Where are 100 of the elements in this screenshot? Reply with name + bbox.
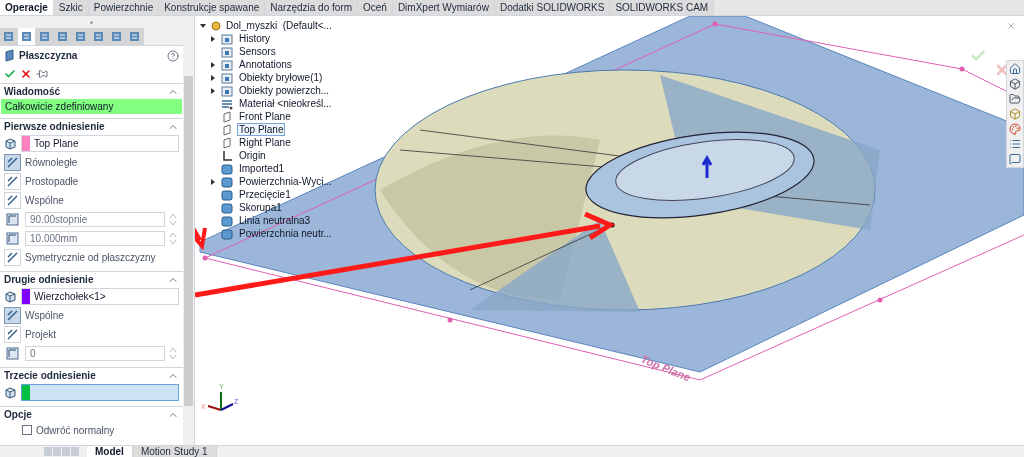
tree-item[interactable]: Materiał <nieokreśl... — [237, 97, 334, 110]
tree-item[interactable]: Powierzchnia neutr... — [237, 227, 334, 240]
chat-icon[interactable] — [1009, 153, 1021, 165]
ribbon-tab[interactable]: Oceń — [357, 0, 393, 15]
splitter-handle-icon[interactable] — [90, 20, 93, 24]
panel-title: Płaszczyzna — [19, 49, 78, 63]
folder-icon — [221, 86, 233, 96]
panel-tab[interactable] — [126, 28, 144, 45]
option-label: Równoległe — [25, 156, 78, 170]
close-icon[interactable] — [1006, 21, 1016, 31]
feature-icon — [221, 203, 233, 213]
home-icon[interactable] — [1009, 63, 1021, 75]
plane-icon — [4, 49, 15, 62]
feature-icon — [221, 229, 233, 239]
section-heading: Pierwsze odniesienie — [4, 120, 105, 134]
tree-item[interactable]: Sensors — [237, 45, 278, 58]
folder-icon — [221, 47, 233, 57]
panel-tab[interactable] — [108, 28, 126, 45]
tree-item[interactable]: Top Plane — [237, 123, 286, 136]
bottom-tab[interactable]: Motion Study 1 — [132, 446, 217, 457]
collapsed-arrow-icon[interactable] — [209, 86, 217, 95]
panel-tab-icon — [129, 31, 140, 42]
panel-tab[interactable] — [54, 28, 72, 45]
plane-icon — [223, 111, 231, 122]
model-drawing[interactable] — [199, 16, 1024, 381]
ribbon-tab[interactable]: Szkic — [53, 0, 89, 15]
tree-item[interactable]: Obiekty powierzch... — [237, 84, 332, 97]
tree-item[interactable]: Przecięcie1 — [237, 188, 293, 201]
dimension-icon — [6, 347, 19, 360]
option-toggle-button[interactable] — [4, 173, 21, 190]
option-toggle-button[interactable] — [4, 192, 21, 209]
panel-tab[interactable] — [36, 28, 54, 45]
panel-tab[interactable] — [0, 28, 18, 45]
panel-tab-icon — [75, 31, 86, 42]
folder-icon — [221, 34, 233, 44]
collapsed-arrow-icon[interactable] — [209, 73, 217, 82]
spinner-arrows-icon[interactable] — [169, 212, 177, 227]
panel-tab[interactable] — [72, 28, 90, 45]
ribbon-tab[interactable]: DimXpert Wymiarów — [392, 0, 495, 15]
selection-field[interactable] — [21, 384, 179, 401]
collapsed-arrow-icon[interactable] — [209, 34, 217, 43]
selection-field[interactable]: Wierzchołek<1> — [21, 288, 179, 305]
panel-tab-icon — [93, 31, 104, 42]
tree-item[interactable]: Origin — [237, 149, 268, 162]
panel-tab-icon — [57, 31, 68, 42]
option-toggle-button[interactable] — [4, 326, 21, 343]
checkbox[interactable] — [22, 425, 32, 435]
tree-item[interactable]: Imported1 — [237, 162, 287, 175]
tree-item[interactable]: Annotations — [237, 58, 294, 71]
selection-cube-icon — [4, 290, 17, 303]
confirm-icon[interactable] — [4, 68, 16, 80]
help-icon[interactable] — [167, 49, 179, 62]
checkbox-label: Odwróć normalny — [36, 423, 115, 438]
ribbon-tab[interactable]: Konstrukcje spawane — [159, 0, 266, 15]
expanded-arrow-icon[interactable] — [199, 21, 207, 30]
ribbon-tab[interactable]: Operacje — [0, 0, 54, 15]
panel-tab[interactable] — [18, 28, 36, 45]
option-icon — [6, 156, 19, 169]
parts-icon[interactable] — [1009, 108, 1021, 120]
tree-item[interactable]: History — [237, 32, 273, 45]
cube-icon[interactable] — [1009, 78, 1021, 90]
tree-item[interactable]: Right Plane — [237, 136, 293, 149]
field-value: Wierzchołek<1> — [33, 290, 107, 304]
panel-tab-icon — [111, 31, 122, 42]
spinner-arrows-icon[interactable] — [169, 346, 177, 361]
option-toggle-button[interactable] — [4, 249, 21, 266]
option-label: Prostopadłe — [25, 175, 79, 189]
spinner-arrows-icon[interactable] — [169, 231, 177, 246]
panel-tab-icon — [39, 31, 50, 42]
panel-tab[interactable] — [90, 28, 108, 45]
selection-field[interactable]: Top Plane — [21, 135, 179, 152]
ribbon-tab[interactable]: Narzędzia do form — [265, 0, 358, 15]
collapsed-arrow-icon[interactable] — [209, 177, 217, 186]
selection-cube-icon — [4, 137, 17, 150]
option-toggle-button[interactable] — [4, 307, 21, 324]
option-toggle-button[interactable] — [4, 154, 21, 171]
scrollbar[interactable] — [183, 16, 194, 445]
ribbon-tab[interactable]: Dodatki SOLIDWORKS — [494, 0, 611, 15]
collapsed-arrow-icon[interactable] — [209, 60, 217, 69]
tree-item[interactable]: Obiekty bryłowe(1) — [237, 71, 325, 84]
tree-root-label: Dol_myszki (Default<... — [226, 19, 332, 33]
ribbon-tab[interactable]: Powierzchnie — [88, 0, 160, 15]
tree-item[interactable]: Front Plane — [237, 110, 293, 123]
list-icon[interactable] — [1009, 138, 1021, 150]
tree-item[interactable]: Powierzchnia-Wyci... — [237, 175, 334, 188]
ribbon-tab[interactable]: SOLIDWORKS CAM — [610, 0, 715, 15]
plane-label: Top Plane — [639, 352, 693, 384]
option-label: Wspólne — [25, 194, 64, 208]
plane-icon — [223, 124, 231, 135]
pin-icon[interactable] — [36, 68, 48, 80]
option-icon — [6, 175, 19, 188]
dimension-icon — [6, 232, 19, 245]
folder-icon[interactable] — [1009, 93, 1021, 105]
cancel-icon[interactable] — [20, 68, 32, 80]
option-icon — [6, 194, 19, 207]
appearance-icon[interactable] — [1009, 123, 1021, 135]
tree-item[interactable]: Linia neutralna3 — [237, 214, 313, 227]
origin-icon — [223, 149, 233, 161]
bottom-tab[interactable]: Model — [87, 446, 133, 457]
section-heading: Drugie odniesienie — [4, 273, 94, 287]
